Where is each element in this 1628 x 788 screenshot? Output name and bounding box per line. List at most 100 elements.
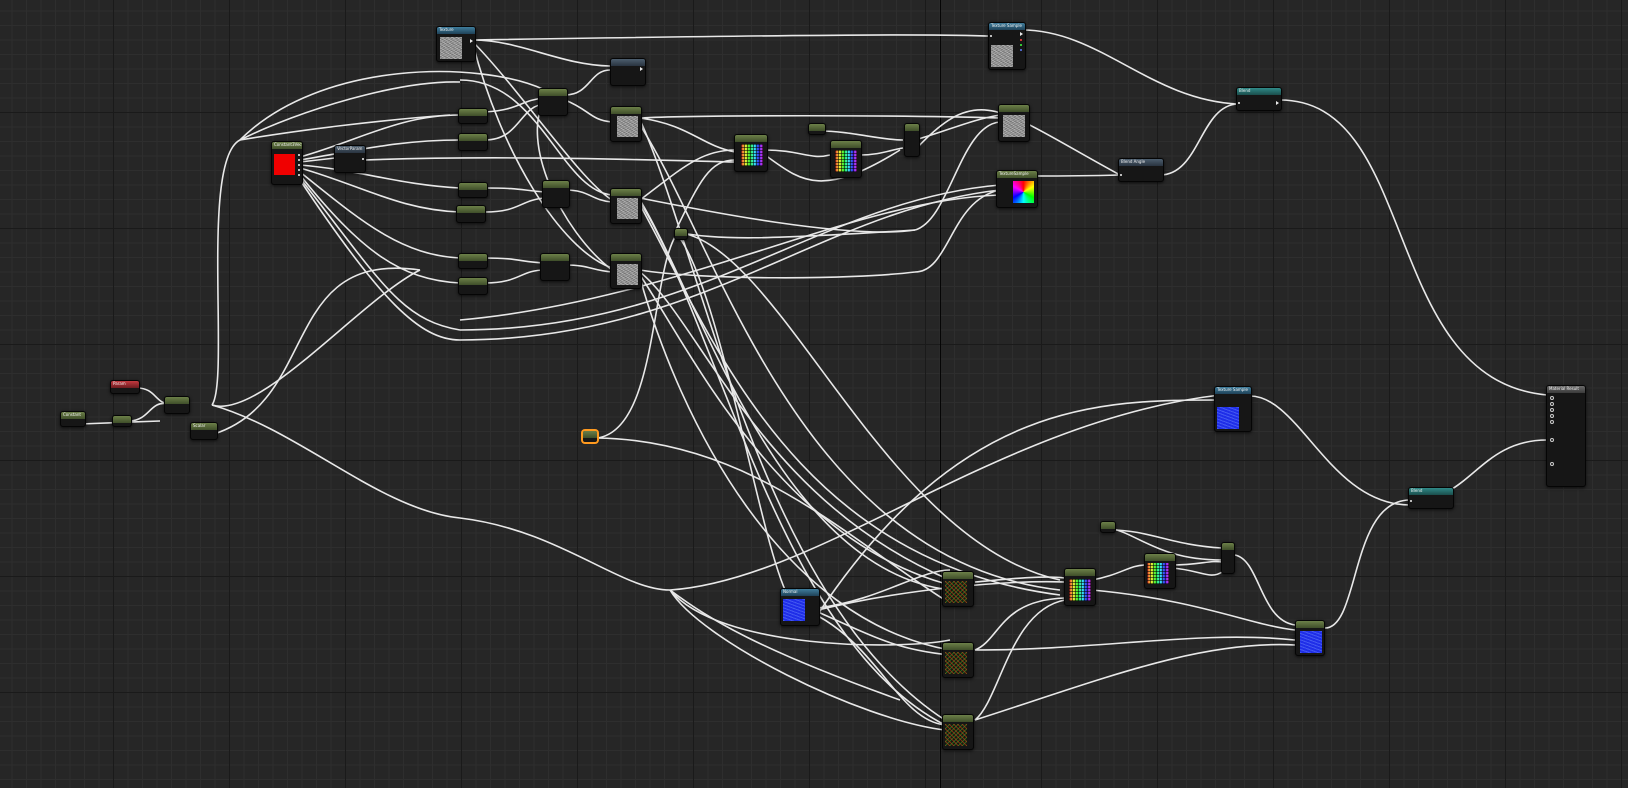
dark-texture-node[interactable] bbox=[942, 714, 974, 750]
output-pin[interactable] bbox=[298, 164, 300, 166]
result-pin-emissive[interactable] bbox=[1550, 420, 1554, 424]
rainbow-texture-node[interactable] bbox=[1064, 568, 1096, 606]
texture-sample-node[interactable]: Texture Sample bbox=[988, 22, 1026, 70]
wire bbox=[299, 164, 461, 189]
texture-thumbnail bbox=[617, 264, 638, 285]
input-pin[interactable] bbox=[1238, 102, 1240, 104]
result-pin-specular[interactable] bbox=[1550, 408, 1554, 412]
material-result-node[interactable]: Material Result bbox=[1546, 385, 1586, 487]
blend-function-node[interactable]: Blend bbox=[1408, 487, 1454, 509]
output-pin[interactable] bbox=[470, 39, 473, 43]
input-pin[interactable] bbox=[990, 35, 992, 37]
result-pin-base-color[interactable] bbox=[1550, 396, 1554, 400]
math-node[interactable] bbox=[456, 205, 486, 223]
texture-sample-node[interactable] bbox=[998, 104, 1030, 142]
output-pin[interactable] bbox=[298, 159, 300, 161]
normal-blend-node[interactable] bbox=[1295, 620, 1325, 656]
constant-node[interactable] bbox=[1100, 521, 1116, 533]
wire bbox=[1091, 589, 1296, 631]
result-pin-ao[interactable] bbox=[1550, 462, 1554, 466]
output-pin[interactable] bbox=[640, 67, 643, 71]
wire bbox=[639, 269, 916, 279]
dark-texture-node[interactable] bbox=[942, 642, 974, 678]
normal-param-node[interactable]: Normal bbox=[780, 588, 820, 626]
wire bbox=[211, 269, 421, 408]
rainbow-texture-node[interactable] bbox=[830, 140, 862, 178]
multiply-node[interactable] bbox=[112, 415, 132, 427]
result-pin-roughness[interactable] bbox=[1550, 414, 1554, 418]
math-node[interactable] bbox=[458, 277, 488, 295]
wire bbox=[1249, 395, 1411, 506]
texture-thumbnail bbox=[1217, 407, 1239, 429]
texture-thumbnail bbox=[945, 652, 967, 674]
texture-sample-node[interactable]: Texture Sample bbox=[1214, 386, 1252, 432]
input-pin[interactable] bbox=[1120, 174, 1122, 176]
rainbow-texture-node[interactable] bbox=[734, 134, 768, 172]
texture-thumbnail bbox=[991, 45, 1013, 67]
wire bbox=[484, 257, 546, 264]
node-title: Constant bbox=[61, 412, 85, 419]
math-node[interactable] bbox=[458, 182, 488, 198]
math-node[interactable] bbox=[458, 133, 488, 151]
graph-canvas[interactable]: Texture Texture Sample Blend Blend Angle… bbox=[0, 0, 1628, 788]
constant-node[interactable]: Constant bbox=[60, 411, 86, 427]
math-node[interactable] bbox=[904, 123, 920, 157]
result-pin-normal[interactable] bbox=[1550, 438, 1554, 442]
wire bbox=[564, 99, 613, 123]
wire bbox=[1021, 29, 1239, 105]
reroute-node[interactable] bbox=[674, 228, 688, 240]
node-title bbox=[675, 229, 687, 236]
output-pin[interactable] bbox=[298, 169, 300, 171]
texture-object-node[interactable] bbox=[610, 58, 646, 86]
math-node[interactable] bbox=[540, 253, 570, 281]
output-pin-g[interactable] bbox=[1020, 44, 1022, 46]
node-title bbox=[459, 278, 487, 285]
math-node[interactable] bbox=[538, 88, 568, 116]
blend-angle-node[interactable]: Blend Angle bbox=[1118, 158, 1164, 182]
wire bbox=[299, 114, 461, 158]
math-node[interactable] bbox=[542, 180, 570, 208]
wire bbox=[674, 159, 736, 233]
result-pin-metallic[interactable] bbox=[1550, 402, 1554, 406]
output-pin-b[interactable] bbox=[1020, 49, 1022, 51]
output-pin[interactable] bbox=[1020, 32, 1023, 36]
math-node[interactable] bbox=[458, 253, 488, 269]
rainbow-texture-node[interactable] bbox=[1144, 553, 1176, 589]
wire bbox=[639, 117, 736, 153]
texture-param-node[interactable]: Texture bbox=[436, 26, 476, 62]
uv-checker-node[interactable]: TextureSample bbox=[996, 170, 1038, 208]
output-pin[interactable] bbox=[1276, 101, 1279, 105]
param-node[interactable]: Param bbox=[110, 380, 140, 394]
output-pin[interactable] bbox=[298, 174, 300, 176]
texture-sample-node[interactable] bbox=[610, 253, 642, 289]
wire bbox=[639, 274, 951, 586]
wire bbox=[914, 121, 1001, 231]
texture-thumbnail bbox=[1003, 115, 1025, 137]
node-title bbox=[459, 254, 487, 261]
output-pin[interactable] bbox=[362, 158, 364, 160]
math-node[interactable] bbox=[1221, 542, 1235, 574]
output-pin-r[interactable] bbox=[1020, 39, 1022, 41]
vector-param-node[interactable]: VectorParam bbox=[334, 145, 366, 173]
texture-thumbnail bbox=[1069, 579, 1091, 601]
wire bbox=[239, 114, 451, 141]
node-title bbox=[735, 135, 767, 142]
math-node[interactable] bbox=[458, 108, 488, 124]
hub-node[interactable] bbox=[164, 396, 190, 414]
selected-node[interactable] bbox=[582, 430, 598, 443]
red-constant-node[interactable]: Constant3Vector bbox=[271, 141, 303, 185]
constant-node[interactable] bbox=[808, 123, 826, 135]
output-pin[interactable] bbox=[298, 154, 300, 156]
wire bbox=[299, 177, 461, 331]
texture-sample-node[interactable] bbox=[610, 188, 642, 224]
wire bbox=[299, 174, 461, 284]
wire bbox=[1159, 103, 1239, 176]
texture-sample-node[interactable] bbox=[610, 106, 642, 142]
blend-function-node[interactable]: Blend bbox=[1236, 87, 1282, 111]
input-pin[interactable] bbox=[1410, 500, 1412, 502]
node-title bbox=[459, 183, 487, 190]
texture-thumbnail bbox=[741, 144, 763, 166]
dark-texture-node[interactable] bbox=[942, 571, 974, 607]
wire bbox=[974, 576, 1066, 583]
scalar-param-node[interactable]: Scalar bbox=[190, 422, 218, 440]
